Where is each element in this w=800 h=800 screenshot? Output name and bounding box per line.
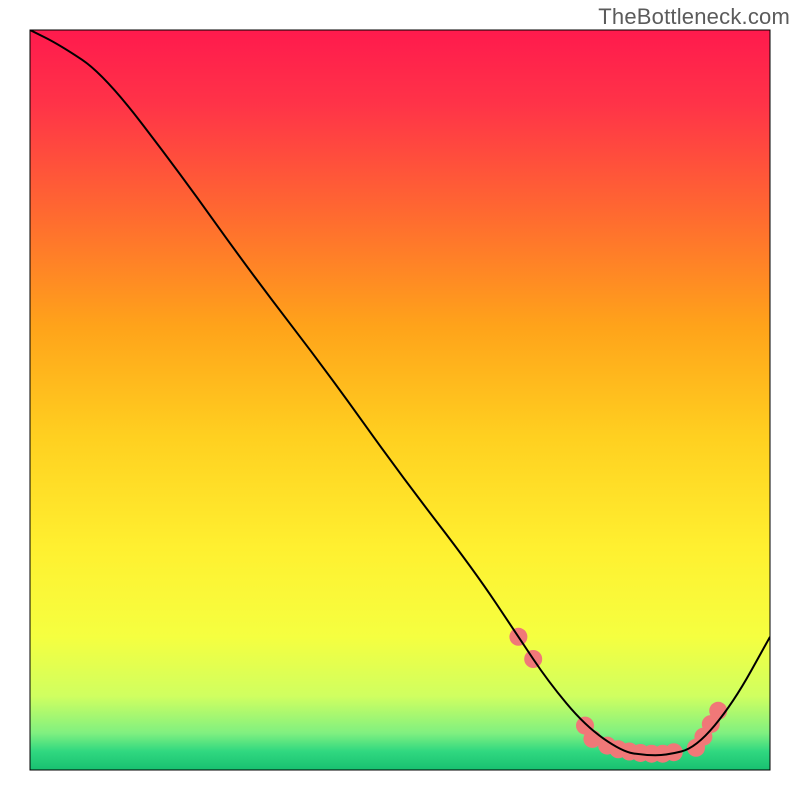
watermark-text: TheBottleneck.com [598,4,790,30]
bottleneck-chart [0,0,800,800]
plot-background [30,30,770,770]
marker-dot [709,702,727,720]
chart-frame: TheBottleneck.com [0,0,800,800]
